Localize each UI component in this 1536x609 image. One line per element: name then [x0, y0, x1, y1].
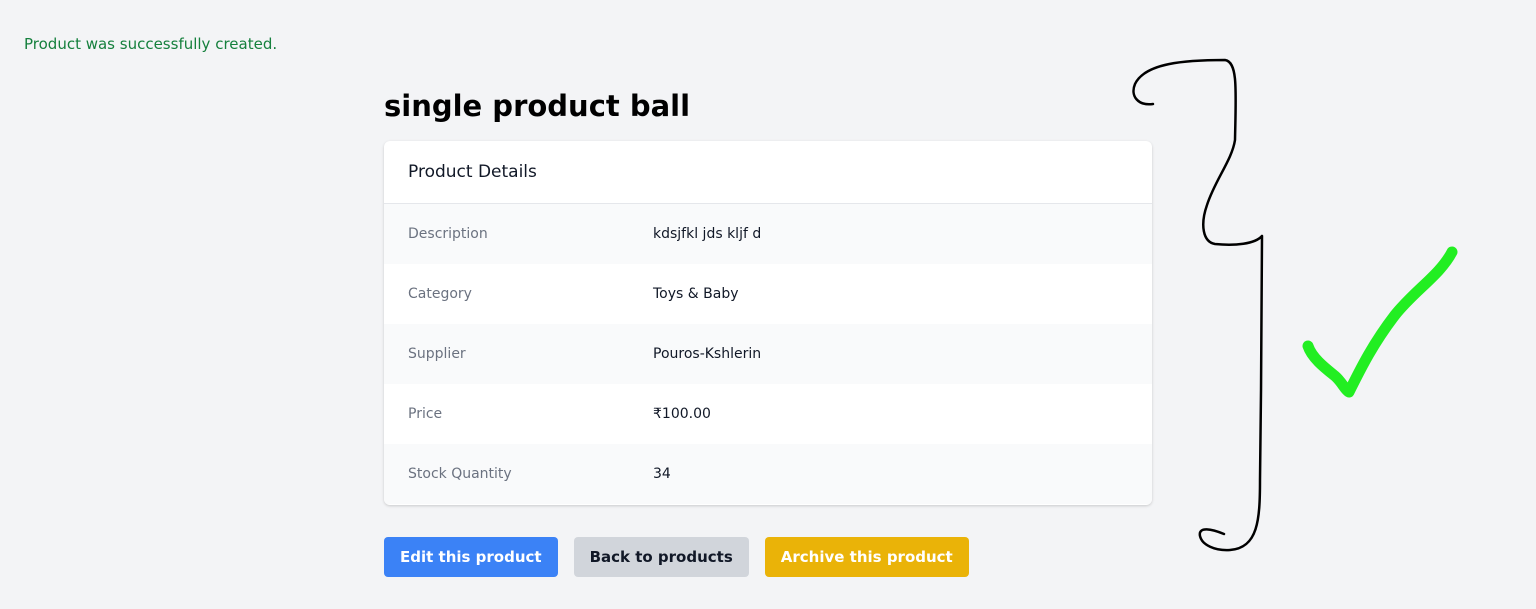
detail-label: Stock Quantity — [408, 466, 512, 482]
card-header: Product Details — [384, 141, 1152, 204]
detail-label: Description — [408, 226, 488, 242]
hand-drawn-checkmark-icon — [1302, 246, 1458, 398]
detail-label: Category — [408, 286, 472, 302]
back-to-products-button[interactable]: Back to products — [573, 537, 749, 577]
detail-value: kdsjfkl jds kljf d — [653, 226, 762, 242]
detail-value: ₹100.00 — [653, 406, 711, 422]
detail-row-supplier: Supplier Pouros-Kshlerin — [384, 324, 1152, 384]
detail-row-description: Description kdsjfkl jds kljf d — [384, 204, 1152, 264]
page-title: single product ball — [384, 89, 691, 123]
detail-value: Pouros-Kshlerin — [653, 346, 762, 362]
edit-product-button[interactable]: Edit this product — [384, 537, 558, 577]
detail-row-price: Price ₹100.00 — [384, 384, 1152, 444]
archive-product-button[interactable]: Archive this product — [764, 537, 969, 577]
product-details-card: Product Details Description kdsjfkl jds … — [384, 141, 1152, 505]
detail-row-stock-quantity: Stock Quantity 34 — [384, 444, 1152, 504]
detail-row-category: Category Toys & Baby — [384, 264, 1152, 324]
hand-drawn-bracket-icon — [1132, 58, 1264, 552]
detail-label: Supplier — [408, 346, 466, 362]
card-header-title: Product Details — [408, 162, 537, 182]
detail-value: Toys & Baby — [653, 286, 739, 302]
detail-value: 34 — [653, 466, 671, 482]
detail-label: Price — [408, 406, 443, 422]
action-buttons: Edit this product Back to products Archi… — [384, 537, 969, 577]
product-show-page: Product was successfully created. single… — [0, 0, 1536, 609]
flash-notice: Product was successfully created. — [24, 35, 278, 53]
